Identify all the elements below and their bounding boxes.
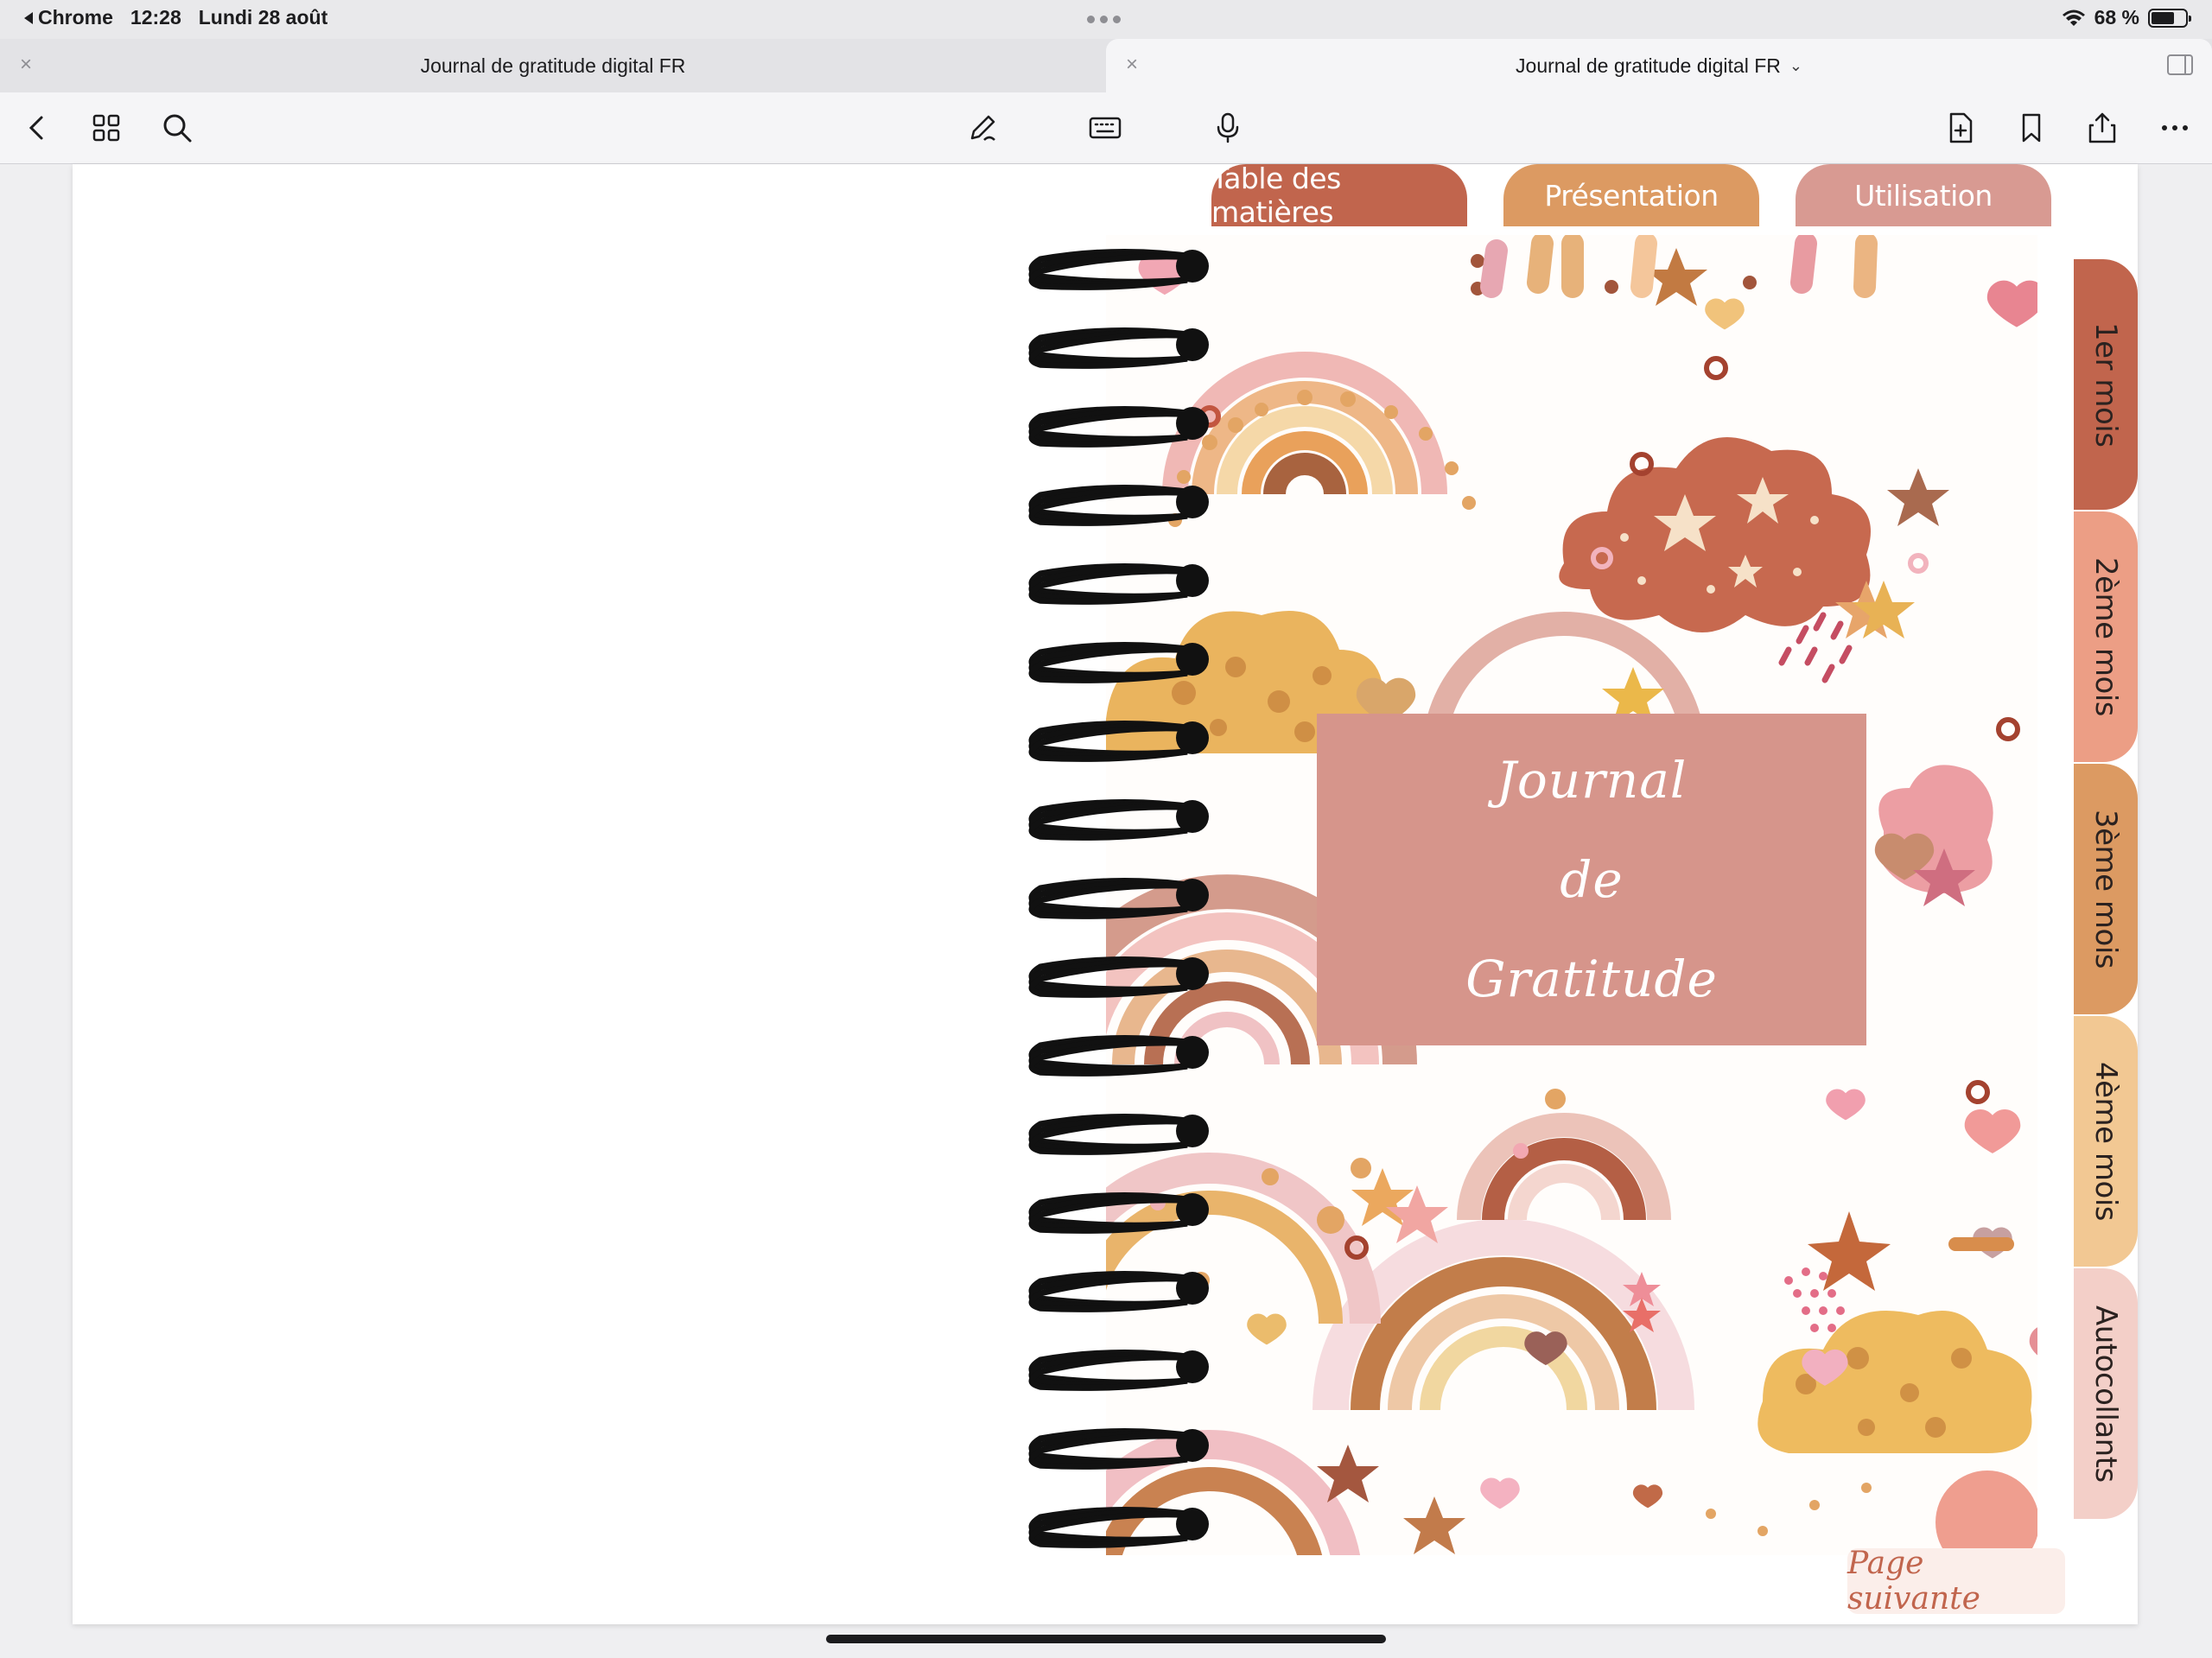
title-line: de [1560, 849, 1624, 909]
title-line: Gratitude [1465, 949, 1718, 1008]
spiral-binding-illustration [1028, 249, 1209, 1548]
spiral-coil [1028, 1192, 1209, 1234]
share-icon [2088, 112, 2116, 143]
close-tab-icon[interactable]: × [1122, 54, 1142, 75]
add-page-icon [1949, 112, 1973, 143]
tab-label: 3ème mois [2088, 810, 2123, 969]
spiral-coil [1028, 1428, 1209, 1470]
search-button[interactable] [157, 108, 197, 148]
spiral-coil [1028, 1350, 1209, 1391]
spiral-coil [1028, 878, 1209, 919]
document-spread: Table des matières Présentation Utilisat… [73, 162, 2138, 1624]
tab-label: 4ème mois [2088, 1062, 2123, 1221]
chevron-down-icon[interactable]: ⌄ [1789, 57, 1802, 75]
wifi-icon [2062, 10, 2085, 26]
search-icon [163, 114, 192, 143]
back-to-app-link[interactable]: Chrome [24, 6, 113, 29]
spiral-coil [1028, 1507, 1209, 1548]
tab-journal-2[interactable]: × Journal de gratitude digital FR ⌄ [1106, 39, 2212, 92]
title-line: Journal [1496, 751, 1688, 810]
tab-label: Table des matières [1211, 162, 1341, 229]
next-page-button[interactable]: Page suivante [1847, 1546, 2065, 1617]
keyboard-button[interactable] [1085, 108, 1125, 148]
tab-month-4[interactable]: 4ème mois [2074, 1016, 2138, 1267]
tab-utilisation[interactable]: Utilisation [1796, 164, 2051, 226]
tab-stickers[interactable]: Autocollants [2074, 1268, 2138, 1519]
status-bar: Chrome 12:28 Lundi 28 août 68 % [0, 0, 2212, 39]
spiral-coil [1028, 642, 1209, 683]
spiral-coil [1028, 327, 1209, 369]
spiral-coil [1028, 721, 1209, 762]
blank-left-page [73, 164, 1023, 1624]
thumbnails-button[interactable] [86, 108, 126, 148]
split-view-icon[interactable] [2167, 54, 2193, 75]
tab-presentation[interactable]: Présentation [1503, 164, 1759, 226]
grid-icon [92, 114, 120, 142]
spiral-coil [1028, 1035, 1209, 1077]
tab-month-2[interactable]: 2ème mois [2074, 511, 2138, 762]
multitasking-dots-icon[interactable] [1087, 16, 1121, 23]
tab-title: Journal de gratitude digital FR [1516, 54, 1781, 77]
date: Lundi 28 août [198, 6, 328, 29]
spiral-coil [1028, 1114, 1209, 1155]
bookmark-icon [2022, 113, 2041, 143]
document-toolbar [0, 92, 2212, 164]
bookmark-button[interactable] [2012, 108, 2051, 148]
pen-icon [970, 115, 995, 141]
spiral-coil [1028, 485, 1209, 526]
share-button[interactable] [2082, 108, 2122, 148]
pen-tool-button[interactable] [963, 108, 1002, 148]
dictation-button[interactable] [1208, 108, 1248, 148]
tab-bar: × Journal de gratitude digital FR × Jour… [0, 39, 2212, 92]
tab-label: 1er mois [2088, 321, 2123, 448]
close-tab-icon[interactable]: × [16, 54, 36, 75]
back-icon [29, 116, 43, 140]
spiral-coil [1028, 406, 1209, 448]
battery-percentage: 68 % [2094, 6, 2139, 29]
back-button[interactable] [17, 108, 57, 148]
spiral-coil [1028, 249, 1209, 290]
journal-title-box: Journal de Gratitude [1317, 714, 1866, 1045]
clock: 12:28 [130, 6, 181, 29]
tab-table-of-contents[interactable]: Table des matières [1211, 162, 1467, 229]
more-button[interactable] [2155, 108, 2195, 148]
back-app-label: Chrome [38, 6, 113, 29]
tab-label: Utilisation [1854, 178, 1993, 213]
spiral-coil [1028, 956, 1209, 998]
spiral-coil [1028, 1271, 1209, 1312]
battery-icon [2148, 8, 2191, 28]
back-arrow-icon [24, 11, 33, 24]
keyboard-icon [1089, 117, 1122, 139]
more-icon [2162, 125, 2188, 130]
microphone-icon [1217, 112, 1239, 143]
tab-label: Autocollants [2088, 1305, 2123, 1483]
tab-title: Journal de gratitude digital FR [420, 54, 686, 77]
tab-label: 2ème mois [2088, 557, 2123, 716]
tab-month-1[interactable]: 1er mois [2074, 259, 2138, 510]
add-page-button[interactable] [1941, 108, 1980, 148]
home-indicator[interactable] [826, 1635, 1386, 1643]
tab-month-3[interactable]: 3ème mois [2074, 764, 2138, 1014]
tab-label: Présentation [1544, 178, 1719, 213]
spiral-coil [1028, 563, 1209, 605]
spiral-coil [1028, 799, 1209, 841]
tab-journal-1[interactable]: × Journal de gratitude digital FR [0, 39, 1106, 92]
next-page-label: Page suivante [1847, 1546, 1980, 1617]
